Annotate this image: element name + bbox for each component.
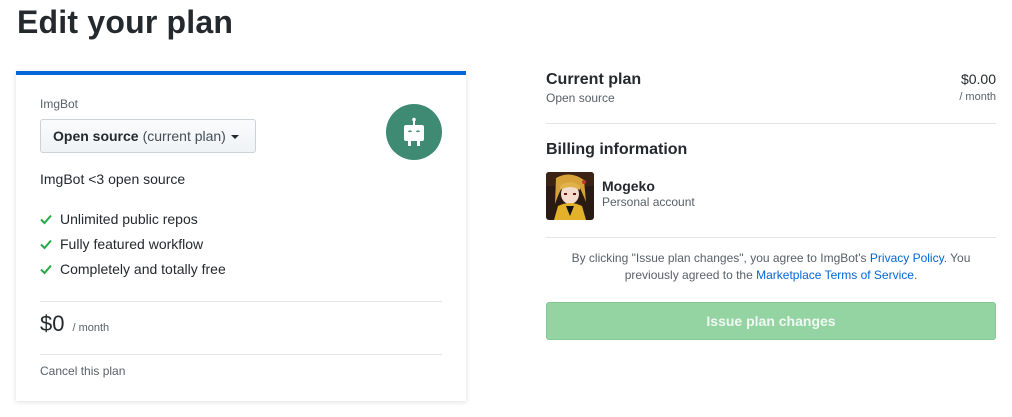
current-plan-period: / month [959,91,996,103]
feature-label: Completely and totally free [60,260,226,277]
feature-list: Unlimited public repos Fully featured wo… [40,206,226,281]
plan-card: ImgBot Open source (current plan) ImgBot… [16,71,466,401]
cancel-plan-link[interactable]: Cancel this plan [40,364,125,378]
divider [40,354,442,355]
feature-label: Fully featured workflow [60,235,204,252]
feature-item: Completely and totally free [40,256,226,281]
caret-down-icon [230,135,239,139]
terms-prefix: By clicking "Issue plan changes", you ag… [571,251,870,265]
price-period: / month [72,322,110,334]
current-plan-title: Current plan [546,71,642,88]
feature-label: Unlimited public repos [60,210,198,227]
current-plan-name: Open source [546,91,615,105]
avatar [546,172,594,220]
price-amount: $0 [40,311,65,336]
current-plan-price: $0.00 [960,71,996,87]
terms-suffix: . [913,268,918,282]
marketplace-terms-link[interactable]: Marketplace Terms of Service [756,268,914,282]
selected-plan-note: (current plan) [142,128,226,144]
feature-item: Fully featured workflow [40,231,226,256]
check-icon [40,239,52,249]
terms-notice: By clicking "Issue plan changes", you ag… [546,250,996,284]
plan-price: $0 / month [40,311,109,337]
divider [546,123,996,124]
privacy-policy-link[interactable]: Privacy Policy [870,251,944,265]
app-logo [386,104,442,160]
check-icon [40,214,52,224]
account-type: Personal account [602,195,695,209]
divider [40,301,442,302]
app-name: ImgBot [40,97,79,111]
divider [546,237,996,238]
plan-select-dropdown[interactable]: Open source (current plan) [40,119,256,153]
issue-plan-changes-button[interactable]: Issue plan changes [546,302,996,340]
account-name: Mogeko [602,178,655,194]
page-title: Edit your plan [17,4,234,40]
plan-description: ImgBot <3 open source [40,171,186,187]
check-icon [40,264,52,274]
feature-item: Unlimited public repos [40,206,226,231]
billing-title: Billing information [546,141,688,158]
robot-icon [404,117,424,146]
selected-plan-name: Open source [53,128,139,144]
